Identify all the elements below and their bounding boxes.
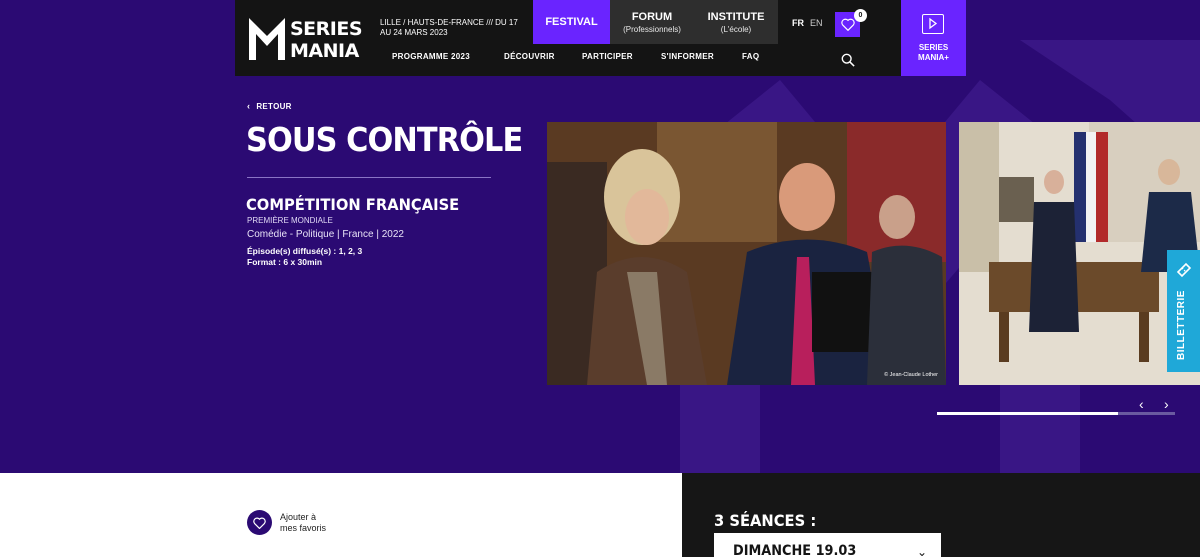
series-mania-logo[interactable]: SERIES MANIA [247, 16, 363, 64]
format-label: Format : 6 x 30min [247, 257, 323, 267]
back-link[interactable]: ‹ RETOUR [247, 101, 292, 111]
nav-faq[interactable]: FAQ [742, 52, 759, 61]
festival-dates: LILLE / HAUTS-DE-FRANCE /// DU 17 AU 24 … [380, 18, 518, 37]
tab-forum[interactable]: FORUM (Professionnels) [610, 0, 694, 44]
series-mania-plus-button[interactable]: SERIES MANIA+ [901, 0, 966, 76]
divider [247, 177, 491, 178]
tab-festival[interactable]: FESTIVAL [533, 0, 610, 44]
billetterie-label: BILLETTERIE [1176, 290, 1187, 360]
add-to-favorites-label: Ajouter à mes favoris [280, 511, 327, 533]
site-header: SERIES MANIA LILLE / HAUTS-DE-FRANCE ///… [235, 0, 966, 76]
chevron-down-icon: ⌄ [917, 545, 928, 557]
gallery-progress-fill [937, 412, 1118, 415]
plus-label: SERIES MANIA+ [918, 43, 949, 62]
heart-icon [840, 18, 855, 31]
lang-en[interactable]: EN [810, 18, 823, 28]
logo-text: SERIES MANIA [290, 18, 363, 62]
gallery-progress [937, 412, 1175, 415]
competition-label: COMPÉTITION FRANÇAISE [246, 195, 460, 214]
gallery-image-2[interactable] [959, 122, 1200, 385]
chevron-right-icon[interactable]: › [1164, 396, 1169, 412]
ticket-icon [1176, 262, 1192, 278]
details-panel [0, 473, 682, 557]
nav-decouvrir[interactable]: DÉCOUVRIR [504, 52, 582, 61]
show-title: SOUS CONTRÔLE [246, 120, 523, 159]
screening-date-dropdown[interactable]: DIMANCHE 19.03 ⌄ [714, 533, 941, 557]
logo-mark-icon [249, 18, 285, 60]
play-icon [922, 14, 944, 34]
lang-fr[interactable]: FR [792, 18, 804, 28]
nav-sinformer[interactable]: S'INFORMER [661, 52, 742, 61]
language-switcher: FR EN [792, 18, 823, 28]
genre-info: Comédie - Politique | France | 2022 [247, 229, 404, 240]
premiere-label: PREMIÈRE MONDIALE [247, 216, 333, 225]
nav-programme[interactable]: PROGRAMME 2023 [392, 52, 504, 61]
photo-credit: © Jean-Claude Lother [884, 372, 938, 378]
episodes-label: Épisode(s) diffusé(s) : 1, 2, 3 [247, 246, 363, 256]
tab-institute[interactable]: INSTITUTE (L'école) [694, 0, 778, 44]
heart-icon [247, 510, 272, 535]
nav-participer[interactable]: PARTICIPER [582, 52, 661, 61]
screening-date-label: DIMANCHE 19.03 [733, 543, 857, 557]
main-nav: PROGRAMME 2023 DÉCOUVRIR PARTICIPER S'IN… [392, 52, 759, 61]
photo-illustration [959, 122, 1200, 385]
gallery-image-1[interactable]: © Jean-Claude Lother [547, 122, 946, 385]
chevron-left-icon: ‹ [247, 101, 251, 111]
favorites-count-badge: 0 [854, 9, 867, 22]
photo-illustration [547, 122, 946, 385]
add-to-favorites-button[interactable]: Ajouter à mes favoris [247, 510, 326, 535]
screenings-title: 3 SÉANCES : [714, 511, 817, 530]
chevron-left-icon[interactable]: ‹ [1139, 396, 1144, 412]
search-icon[interactable] [841, 53, 855, 67]
billetterie-tab[interactable]: BILLETTERIE [1167, 250, 1200, 372]
episode-info: Épisode(s) diffusé(s) : 1, 2, 3 Format :… [247, 246, 362, 268]
